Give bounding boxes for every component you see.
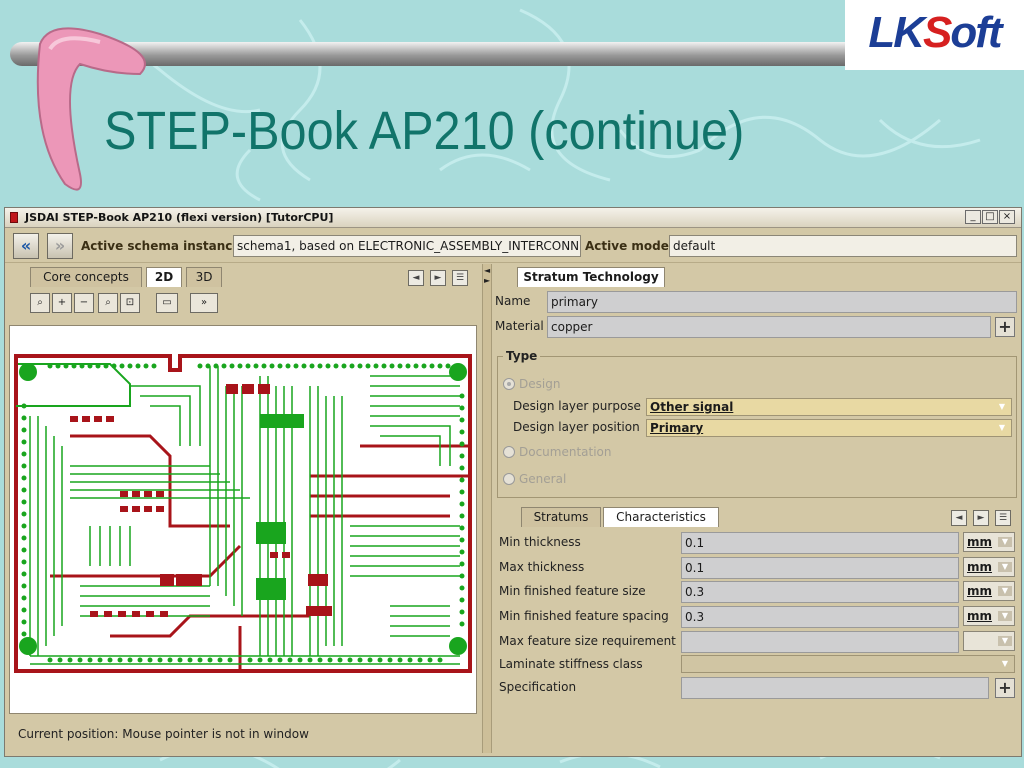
min-thickness-unit[interactable]: mm ▼ (963, 532, 1015, 552)
zoom-in-icon[interactable]: + (52, 293, 72, 313)
max-thickness-unit[interactable]: mm ▼ (963, 557, 1015, 577)
lksoft-logo: LKSoft (845, 0, 1024, 70)
app-window: JSDAI STEP-Book AP210 (flexi version) [T… (4, 207, 1022, 757)
min-feature-spacing-label: Min finished feature spacing (499, 609, 669, 623)
design-layer-position-select[interactable]: Primary ▼ (646, 419, 1012, 437)
close-button[interactable]: × (999, 210, 1015, 224)
min-thickness-label: Min thickness (499, 535, 581, 549)
name-label: Name (495, 294, 531, 308)
chevron-down-icon: ▼ (998, 586, 1012, 596)
layers-icon[interactable]: ▭ (156, 293, 178, 313)
status-line: Current position: Mouse pointer is not i… (18, 727, 309, 741)
design-radio[interactable] (503, 378, 515, 390)
tab-stratums[interactable]: Stratums (521, 507, 601, 527)
laminate-stiffness-select[interactable]: ▼ (681, 655, 1015, 673)
documentation-radio-label: Documentation (519, 445, 612, 459)
tab-core-concepts[interactable]: Core concepts (30, 267, 142, 287)
zoom-actual-icon[interactable]: ⌕ (98, 293, 118, 313)
chevron-down-icon: ▼ (1001, 659, 1009, 668)
model-field[interactable]: default (669, 235, 1017, 257)
chevron-down-icon: ▼ (998, 537, 1012, 547)
name-field[interactable]: primary (547, 291, 1017, 313)
type-group-title: Type (503, 349, 541, 363)
min-feature-spacing-unit[interactable]: mm ▼ (963, 606, 1015, 626)
forward-button[interactable]: » (47, 233, 73, 259)
chevron-down-icon: ▼ (998, 611, 1012, 621)
subtab-left-icon[interactable]: ◄ (951, 510, 967, 526)
tab-left-icon[interactable]: ◄ (408, 270, 424, 286)
maximize-button[interactable]: □ (982, 210, 998, 224)
design-radio-label: Design (519, 377, 561, 391)
design-layer-position-label: Design layer position (513, 420, 640, 434)
tab-right-icon[interactable]: ► (430, 270, 446, 286)
max-feature-size-unit[interactable]: ▼ (963, 631, 1015, 651)
window-title: JSDAI STEP-Book AP210 (flexi version) [T… (25, 211, 334, 224)
collapse-right-icon[interactable]: ► (484, 276, 490, 285)
design-layer-purpose-select[interactable]: Other signal ▼ (646, 398, 1012, 416)
specification-label: Specification (499, 680, 577, 694)
chevron-down-icon: ▼ (998, 402, 1006, 411)
pane-splitter[interactable]: ◄ ► (482, 264, 492, 753)
subtab-right-icon[interactable]: ► (973, 510, 989, 526)
properties-pane: Stratum Technology Name primary Material… (493, 264, 1021, 753)
max-thickness-field[interactable]: 0.1 (681, 557, 959, 579)
add-material-button[interactable]: + (995, 317, 1015, 337)
slide-title: STEP-Book AP210 (continue) (104, 101, 745, 161)
pcb-canvas[interactable] (9, 325, 477, 714)
back-button[interactable]: « (13, 233, 39, 259)
laminate-stiffness-label: Laminate stiffness class (499, 657, 643, 671)
toolbar: « » Active schema instance: schema1, bas… (5, 229, 1021, 263)
schema-field[interactable]: schema1, based on ELECTRONIC_ASSEMBLY_IN… (233, 235, 581, 257)
tab-3d[interactable]: 3D (186, 267, 222, 287)
pcb-drawing (14, 354, 472, 673)
general-radio[interactable] (503, 473, 515, 485)
min-thickness-field[interactable]: 0.1 (681, 532, 959, 554)
chevron-down-icon: ▼ (998, 423, 1006, 432)
next-icon[interactable]: » (190, 293, 218, 313)
window-titlebar[interactable]: JSDAI STEP-Book AP210 (flexi version) [T… (5, 208, 1021, 228)
material-label: Material (495, 319, 544, 333)
max-thickness-label: Max thickness (499, 560, 585, 574)
add-specification-button[interactable]: + (995, 678, 1015, 698)
tab-2d[interactable]: 2D (146, 267, 182, 287)
schema-label: Active schema instance: (81, 239, 246, 253)
model-label: Active model: (585, 239, 678, 253)
documentation-radio[interactable] (503, 446, 515, 458)
app-icon (10, 212, 18, 223)
zoom-out-icon[interactable]: − (74, 293, 94, 313)
specification-field[interactable] (681, 677, 989, 699)
general-radio-label: General (519, 472, 567, 486)
max-feature-size-label: Max feature size requirement (499, 634, 676, 648)
min-feature-size-unit[interactable]: mm ▼ (963, 581, 1015, 601)
min-feature-size-label: Min finished feature size (499, 584, 646, 598)
zoom-fit-icon[interactable]: ⊡ (120, 293, 140, 313)
view-pane: Core concepts 2D 3D ◄ ► ☰ ⌕ + − ⌕ ⊡ ▭ » (6, 264, 480, 753)
minimize-button[interactable]: _ (965, 210, 981, 224)
tab-characteristics[interactable]: Characteristics (603, 507, 719, 527)
chevron-down-icon: ▼ (998, 562, 1012, 572)
design-layer-purpose-label: Design layer purpose (513, 399, 641, 413)
min-feature-spacing-field[interactable]: 0.3 (681, 606, 959, 628)
zoom-window-icon[interactable]: ⌕ (30, 293, 50, 313)
tab-list-icon[interactable]: ☰ (452, 270, 468, 286)
min-feature-size-field[interactable]: 0.3 (681, 581, 959, 603)
chevron-down-icon: ▼ (998, 636, 1012, 646)
subtab-list-icon[interactable]: ☰ (995, 510, 1011, 526)
collapse-left-icon[interactable]: ◄ (484, 266, 490, 275)
material-field[interactable]: copper (547, 316, 991, 338)
tab-stratum-technology[interactable]: Stratum Technology (517, 267, 665, 287)
max-feature-size-field[interactable] (681, 631, 959, 653)
